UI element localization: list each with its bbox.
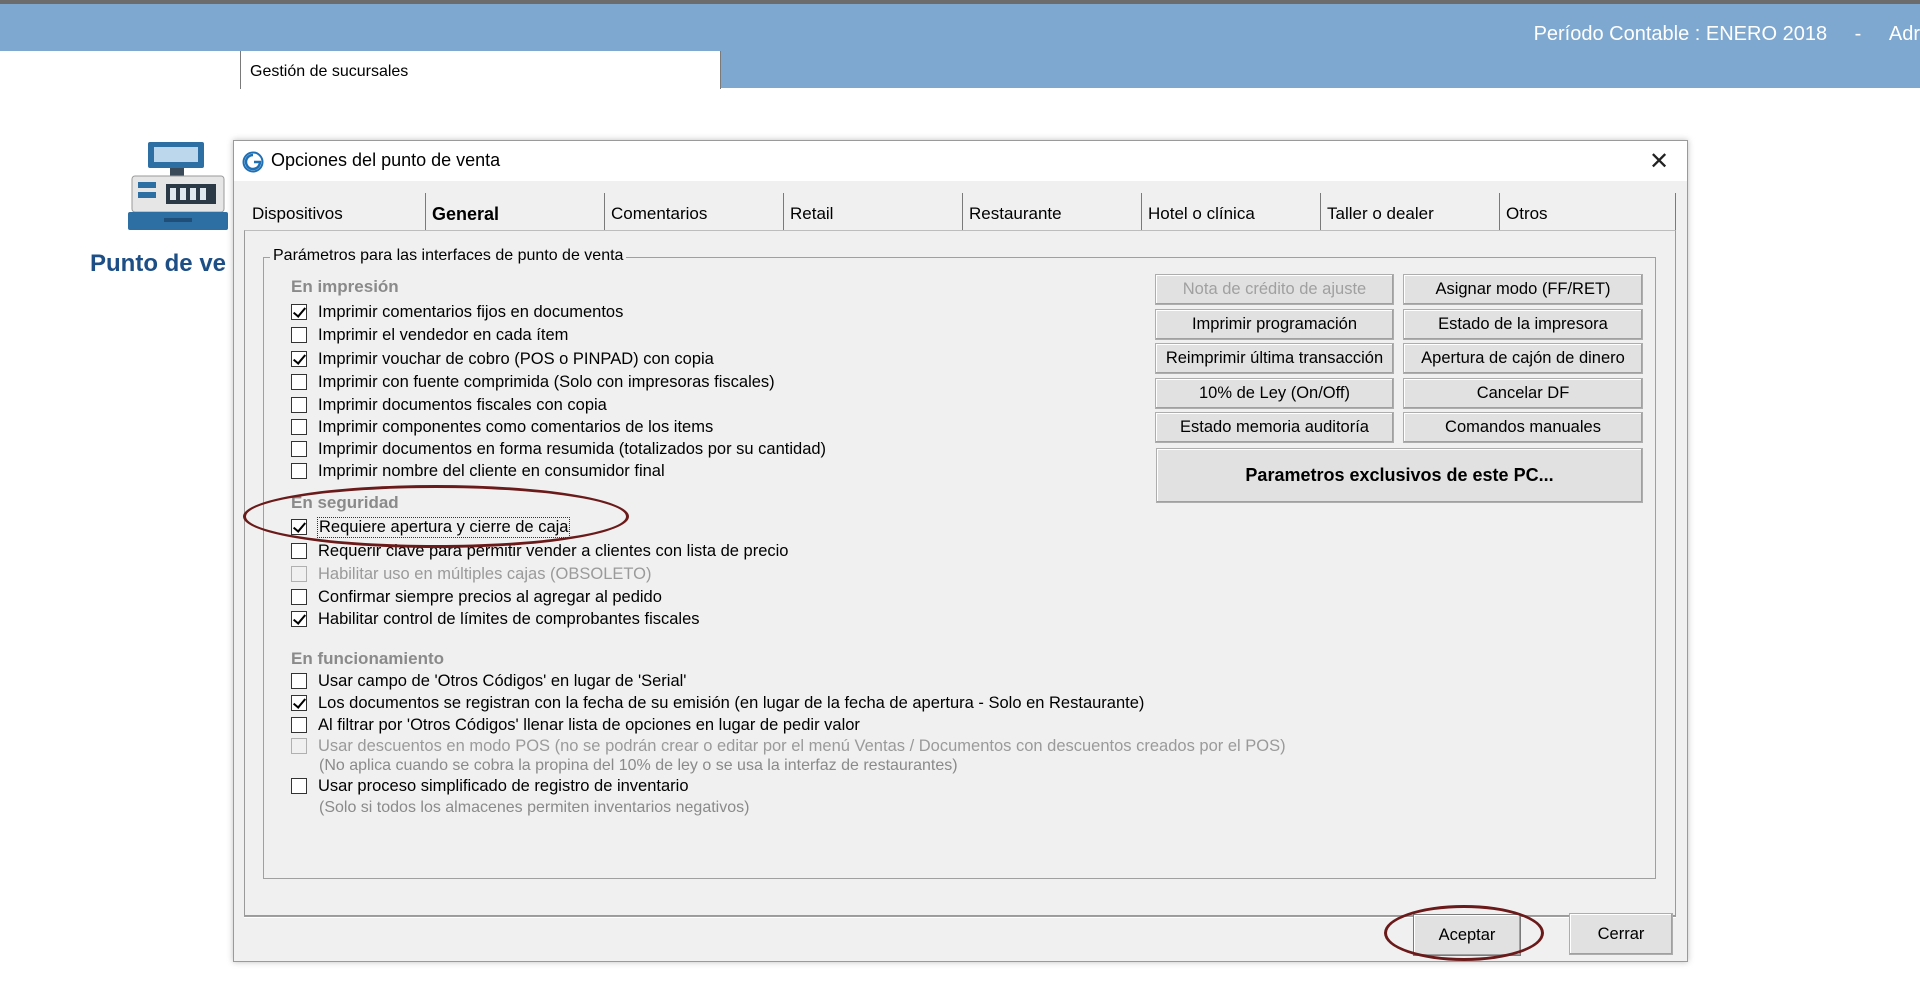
close-button[interactable]: Cerrar	[1569, 913, 1673, 955]
option-print-summary[interactable]: Imprimir documentos en forma resumida (t…	[291, 439, 826, 459]
checkbox[interactable]	[291, 589, 307, 605]
section-printing-heading: En impresión	[291, 277, 399, 296]
checkbox[interactable]	[291, 441, 307, 457]
app-tabstrip-bar	[720, 51, 1920, 88]
option-require-cash-open-close[interactable]: Requiere apertura y cierre de caja	[291, 516, 571, 538]
option-simplified-inventory[interactable]: Usar proceso simplificado de registro de…	[291, 776, 689, 796]
document-tab-sucursales[interactable]: Gestión de sucursales	[240, 51, 721, 89]
option-label: Imprimir componentes como comentarios de…	[318, 417, 714, 436]
option-label: Imprimir documentos en forma resumida (t…	[318, 439, 827, 458]
option-emission-date[interactable]: Los documentos se registran con la fecha…	[291, 693, 1144, 713]
option-require-password-pricelist[interactable]: Requerir clave para permitir vender a cl…	[291, 541, 788, 561]
option-label: Imprimir comentarios fijos en documentos	[318, 302, 624, 321]
checkbox	[291, 738, 307, 754]
option-pos-discounts: Usar descuentos en modo POS (no se podrá…	[291, 736, 1286, 756]
credit-note-button: Nota de crédito de ajuste	[1155, 274, 1394, 305]
user-label: Adr	[1888, 23, 1920, 45]
checkbox	[291, 566, 307, 582]
option-label: Imprimir el vendedor en cada ítem	[318, 325, 569, 344]
option-label: Al filtrar por 'Otros Códigos' llenar li…	[318, 715, 860, 734]
assign-mode-button[interactable]: Asignar modo (FF/RET)	[1403, 274, 1643, 305]
tab-otros[interactable]: Otros	[1500, 193, 1676, 231]
option-label: Los documentos se registran con la fecha…	[318, 693, 1145, 712]
note-pos-discounts: (No aplica cuando se cobra la propina de…	[319, 757, 958, 774]
dialog-title: Opciones del punto de venta	[271, 150, 501, 170]
dialog-titlebar: Opciones del punto de venta ✕	[234, 141, 1687, 181]
tab-retail[interactable]: Retail	[784, 193, 963, 231]
option-other-codes[interactable]: Usar campo de 'Otros Códigos' en lugar d…	[291, 671, 686, 691]
tip-toggle-button[interactable]: 10% de Ley (On/Off)	[1155, 378, 1394, 409]
checkbox[interactable]	[291, 543, 307, 559]
print-schedule-button[interactable]: Imprimir programación	[1155, 309, 1394, 340]
pos-options-dialog: Opciones del punto de venta ✕ Dispositiv…	[233, 140, 1688, 962]
checkbox[interactable]	[291, 673, 307, 689]
option-label: Requiere apertura y cierre de caja	[316, 516, 571, 538]
checkbox[interactable]	[291, 327, 307, 343]
option-label: Habilitar uso en múltiples cajas (OBSOLE…	[318, 564, 652, 583]
option-print-compressed-font[interactable]: Imprimir con fuente comprimida (Solo con…	[291, 372, 775, 392]
checkbox[interactable]	[291, 778, 307, 794]
option-label: Imprimir documentos fiscales con copia	[318, 395, 607, 414]
option-print-voucher-copy[interactable]: Imprimir vouchar de cobro (POS o PINPAD)…	[291, 349, 714, 369]
tab-restaurante[interactable]: Restaurante	[963, 193, 1142, 231]
note-simplified-inventory: (Solo si todos los almacenes permiten in…	[319, 799, 750, 816]
app-logo-icon	[242, 151, 264, 173]
pc-parameters-button[interactable]: Parametros exclusivos de este PC...	[1156, 448, 1643, 503]
close-icon[interactable]: ✕	[1631, 141, 1687, 181]
option-label: Habilitar control de límites de comproba…	[318, 609, 700, 628]
checkbox[interactable]	[291, 463, 307, 479]
option-print-fixed-comments[interactable]: Imprimir comentarios fijos en documentos	[291, 302, 623, 322]
option-filter-other-codes[interactable]: Al filtrar por 'Otros Códigos' llenar li…	[291, 715, 860, 735]
tab-general[interactable]: General	[425, 193, 605, 231]
accounting-period: Período Contable : ENERO 2018 - Adr	[1534, 23, 1920, 46]
period-separator: -	[1854, 23, 1862, 45]
tab-hotel-clinica[interactable]: Hotel o clínica	[1142, 193, 1321, 231]
printer-status-button[interactable]: Estado de la impresora	[1403, 309, 1643, 340]
open-drawer-button[interactable]: Apertura de cajón de dinero	[1403, 343, 1643, 374]
option-label: Usar proceso simplificado de registro de…	[318, 776, 689, 795]
checkbox[interactable]	[291, 397, 307, 413]
option-label: Imprimir con fuente comprimida (Solo con…	[318, 372, 775, 391]
option-print-fiscal-copy[interactable]: Imprimir documentos fiscales con copia	[291, 395, 607, 415]
document-tab-label: Gestión de sucursales	[250, 63, 409, 80]
option-print-components[interactable]: Imprimir componentes como comentarios de…	[291, 417, 713, 437]
section-security-heading: En seguridad	[291, 493, 399, 512]
period-label: Período Contable : ENERO 2018	[1533, 23, 1828, 45]
accept-button[interactable]: Aceptar	[1413, 914, 1521, 956]
checkbox[interactable]	[291, 351, 307, 367]
tab-dispositivos[interactable]: Dispositivos	[246, 193, 426, 231]
tab-taller-dealer[interactable]: Taller o dealer	[1321, 193, 1500, 231]
checkbox[interactable]	[291, 717, 307, 733]
option-label: Imprimir nombre del cliente en consumido…	[318, 461, 665, 480]
checkbox[interactable]	[291, 695, 307, 711]
option-label: Requerir clave para permitir vender a cl…	[318, 541, 789, 560]
option-print-seller[interactable]: Imprimir el vendedor en cada ítem	[291, 325, 568, 345]
option-label: Imprimir vouchar de cobro (POS o PINPAD)…	[318, 349, 714, 368]
option-label: Usar descuentos en modo POS (no se podrá…	[318, 736, 1286, 755]
option-fiscal-limits[interactable]: Habilitar control de límites de comproba…	[291, 609, 700, 629]
manual-commands-button[interactable]: Comandos manuales	[1403, 412, 1643, 443]
option-print-customer-name[interactable]: Imprimir nombre del cliente en consumido…	[291, 461, 665, 481]
checkbox[interactable]	[291, 374, 307, 390]
reprint-last-button[interactable]: Reimprimir última transacción	[1155, 343, 1394, 374]
group-title: Parámetros para las interfaces de punto …	[270, 247, 627, 265]
cancel-df-button[interactable]: Cancelar DF	[1403, 378, 1643, 409]
checkbox[interactable]	[291, 419, 307, 435]
option-label: Confirmar siempre precios al agregar al …	[318, 587, 662, 606]
app-header-bar: Período Contable : ENERO 2018 - Adr	[0, 4, 1920, 51]
module-title: Punto de ve	[90, 250, 227, 277]
audit-memory-button[interactable]: Estado memoria auditoría	[1155, 412, 1394, 443]
option-multiple-registers: Habilitar uso en múltiples cajas (OBSOLE…	[291, 564, 652, 584]
section-operation-heading: En funcionamiento	[291, 649, 444, 668]
checkbox[interactable]	[291, 611, 307, 627]
tab-comentarios[interactable]: Comentarios	[605, 193, 784, 231]
option-confirm-prices[interactable]: Confirmar siempre precios al agregar al …	[291, 587, 662, 607]
tab-strip: Dispositivos General Comentarios Retail …	[246, 193, 1676, 231]
cash-register-icon	[126, 140, 230, 232]
checkbox[interactable]	[291, 519, 307, 535]
option-label: Usar campo de 'Otros Códigos' en lugar d…	[318, 671, 687, 690]
checkbox[interactable]	[291, 304, 307, 320]
